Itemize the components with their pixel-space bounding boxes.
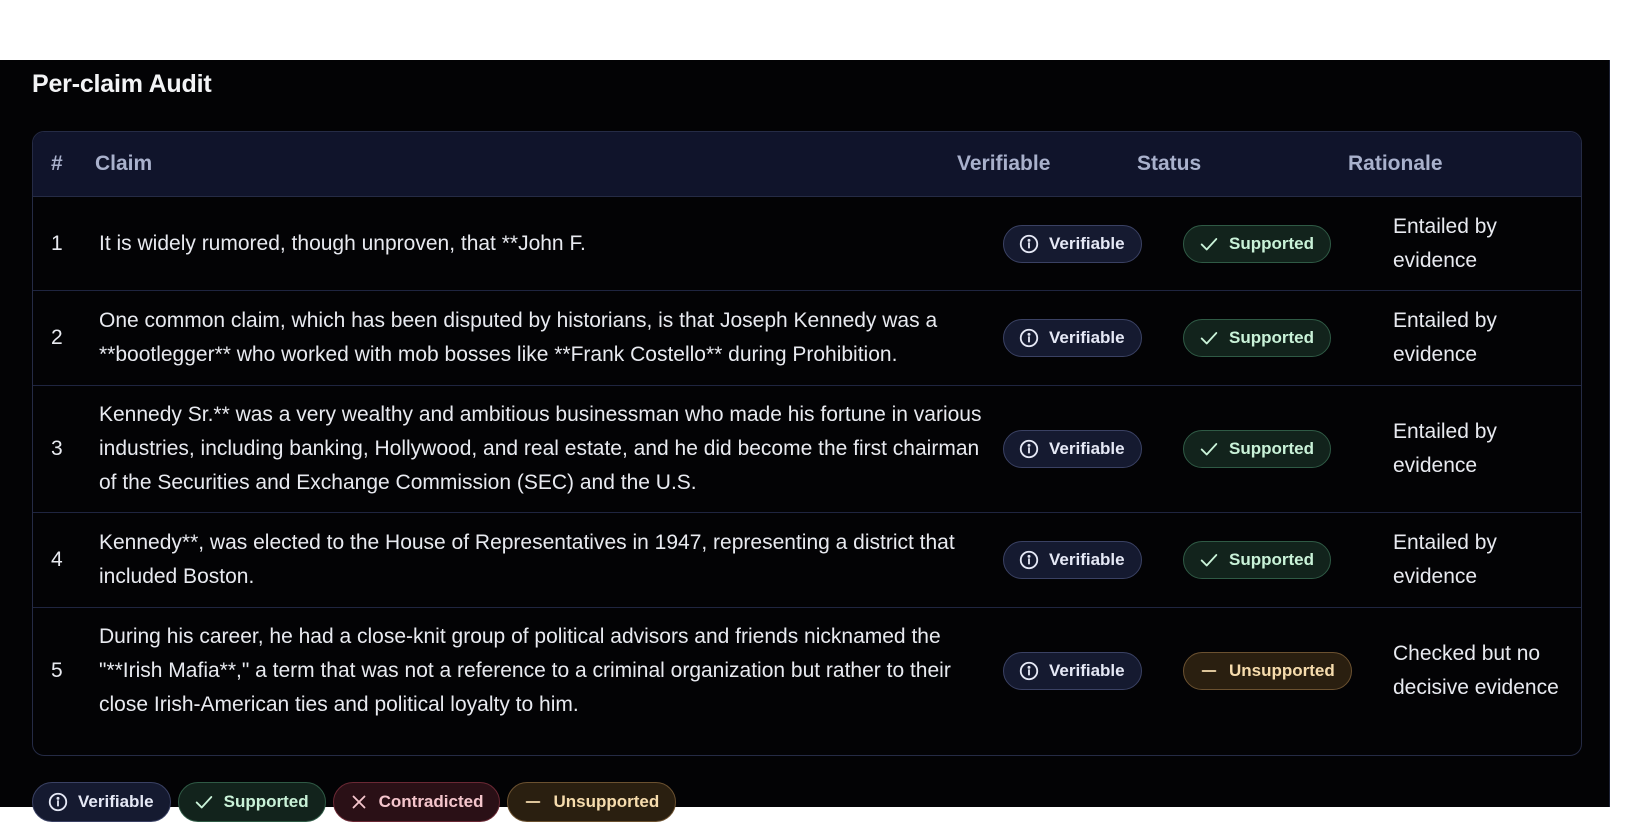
status-badge: Supported <box>1183 224 1331 263</box>
status-cell: Supported <box>1183 513 1383 607</box>
table-header: # Claim Verifiable Status Rationale <box>33 132 1581 197</box>
row-number: 5 <box>51 658 63 682</box>
verifiable-badge: Verifiable <box>1003 319 1142 357</box>
status-cell: Supported <box>1183 197 1383 290</box>
verifiable-badge-label: Verifiable <box>1049 439 1125 458</box>
status-badge: Supported <box>1183 430 1331 468</box>
rationale-text-content: Entailed by evidence <box>1393 214 1497 272</box>
minus-icon <box>522 791 544 813</box>
table-row: 5 During his career, he had a close-knit … <box>33 608 1581 733</box>
claim-text-content: During his career, he had a close-knit g… <box>99 624 951 716</box>
claim-text-content: Kennedy**, was elected to the House of R… <box>99 531 955 588</box>
status-badge: Supported <box>1183 541 1331 579</box>
info-circle-icon <box>1018 233 1040 255</box>
table-row: 3 Kennedy Sr.** was a very wealthy and am… <box>33 386 1581 513</box>
minus-icon <box>1198 660 1220 682</box>
verifiable-badge-label: Verifiable <box>1049 328 1125 347</box>
verifiable-badge-label: Verifiable <box>1049 233 1125 253</box>
info-circle-icon <box>1018 438 1040 460</box>
legend: Verifiable Supported Contradicted Unsupp… <box>32 782 677 822</box>
status-cell: Supported <box>1183 386 1383 512</box>
legend-contradicted: Contradicted <box>332 782 501 822</box>
status-badge-label: Unsupported <box>1229 660 1335 680</box>
verifiable-cell: Verifiable <box>1003 197 1173 290</box>
claim-text: During his career, he had a close-knit g… <box>99 608 999 733</box>
rationale-text: Entailed by evidence <box>1393 513 1573 607</box>
status-badge-label: Supported <box>1229 233 1314 253</box>
rationale-text-content: Entailed by evidence <box>1393 531 1497 588</box>
verifiable-badge: Verifiable <box>1003 651 1142 690</box>
header-verifiable: Verifiable <box>957 152 1051 175</box>
verifiable-badge: Verifiable <box>1003 541 1142 579</box>
row-number: 2 <box>51 326 63 349</box>
x-icon <box>348 791 370 813</box>
table-body: 1 It is widely rumored, though unproven, … <box>33 197 1581 733</box>
check-icon <box>1198 549 1220 571</box>
row-number: 4 <box>51 548 63 571</box>
claim-text-content: Kennedy Sr.** was a very wealthy and amb… <box>99 403 982 494</box>
legend-verifiable: Verifiable <box>32 782 171 822</box>
header-claim: Claim <box>95 152 153 175</box>
status-badge-label: Supported <box>1229 550 1314 569</box>
rationale-text-content: Entailed by evidence <box>1393 309 1497 366</box>
rationale-text-content: Entailed by evidence <box>1393 420 1497 477</box>
verifiable-cell: Verifiable <box>1003 608 1173 733</box>
legend-contradicted-label: Contradicted <box>378 792 484 811</box>
check-icon <box>193 791 215 813</box>
table-row: 2 One common claim, which has been disput… <box>33 291 1581 386</box>
claims-table: # Claim Verifiable Status Rationale 1 It … <box>32 131 1582 756</box>
rationale-text: Entailed by evidence <box>1393 197 1573 290</box>
verifiable-cell: Verifiable <box>1003 513 1173 607</box>
header-status: Status <box>1137 152 1202 175</box>
section-title: Per-claim Audit <box>32 70 212 98</box>
claim-text-content: One common claim, which has been dispute… <box>99 309 938 366</box>
status-badge: Supported <box>1183 319 1331 357</box>
legend-unsupported-label: Unsupported <box>553 792 660 811</box>
row-number: 3 <box>51 437 63 460</box>
info-circle-icon <box>1018 549 1040 571</box>
table-row: 1 It is widely rumored, though unproven, … <box>33 197 1581 291</box>
info-circle-icon <box>1018 327 1040 349</box>
rationale-text: Checked but no decisive evidence <box>1393 608 1573 733</box>
check-icon <box>1198 327 1220 349</box>
rationale-text-content: Checked but no decisive evidence <box>1393 641 1559 699</box>
check-icon <box>1198 233 1220 255</box>
header-rationale: Rationale <box>1348 152 1443 175</box>
table-row: 4 Kennedy**, was elected to the House of … <box>33 513 1581 608</box>
claim-text: Kennedy Sr.** was a very wealthy and amb… <box>99 386 999 512</box>
verifiable-badge: Verifiable <box>1003 430 1142 468</box>
check-icon <box>1198 438 1220 460</box>
info-circle-icon <box>47 791 69 813</box>
status-badge: Unsupported <box>1183 651 1352 690</box>
header-num: # <box>51 152 63 175</box>
verifiable-badge: Verifiable <box>1003 224 1142 263</box>
row-number: 1 <box>51 231 63 255</box>
rationale-text: Entailed by evidence <box>1393 386 1573 512</box>
legend-supported-label: Supported <box>223 792 309 811</box>
status-cell: Unsupported <box>1183 608 1383 733</box>
verifiable-cell: Verifiable <box>1003 291 1173 385</box>
verifiable-cell: Verifiable <box>1003 386 1173 512</box>
legend-verifiable-label: Verifiable <box>78 792 154 811</box>
claim-text-content: It is widely rumored, though unproven, t… <box>99 231 586 255</box>
verifiable-badge-label: Verifiable <box>1049 550 1125 569</box>
status-badge-label: Supported <box>1229 328 1314 347</box>
claim-text: Kennedy**, was elected to the House of R… <box>99 513 999 607</box>
claim-text: It is widely rumored, though unproven, t… <box>99 197 999 290</box>
legend-unsupported: Unsupported <box>507 782 677 822</box>
claim-text: One common claim, which has been dispute… <box>99 291 999 385</box>
legend-supported: Supported <box>177 782 326 822</box>
top-bar <box>0 0 1646 60</box>
status-badge-label: Supported <box>1229 439 1314 458</box>
info-circle-icon <box>1018 660 1040 682</box>
verifiable-badge-label: Verifiable <box>1049 660 1125 680</box>
status-cell: Supported <box>1183 291 1383 385</box>
rationale-text: Entailed by evidence <box>1393 291 1573 385</box>
